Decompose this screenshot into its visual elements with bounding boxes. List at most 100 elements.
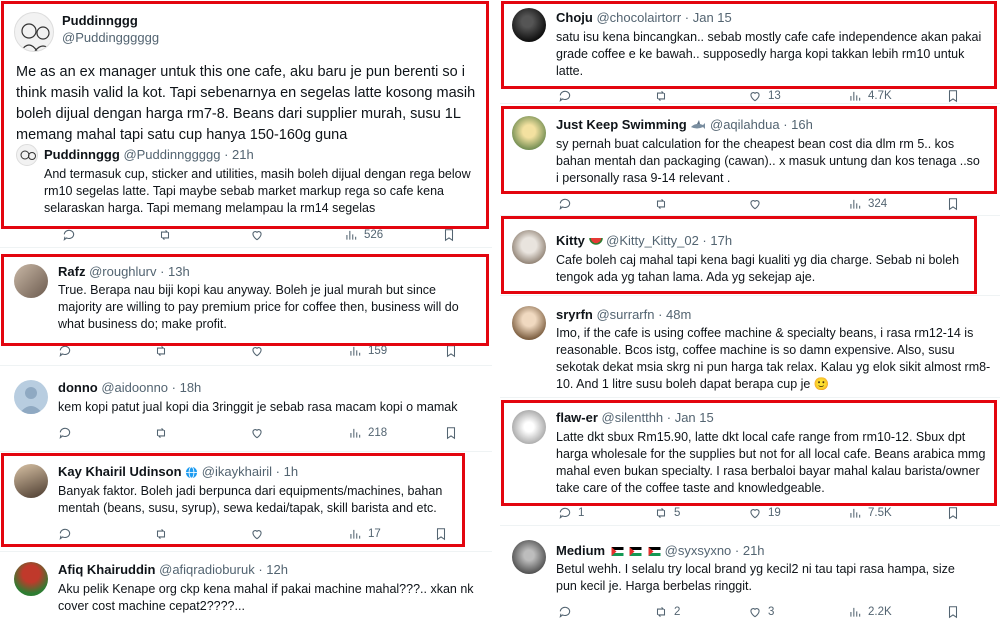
tweet-rafz[interactable]: Rafz @roughlurv · 13h True. Berapa nau b… bbox=[0, 248, 492, 366]
avatar[interactable] bbox=[512, 230, 546, 264]
views-button[interactable]: 17 bbox=[348, 527, 381, 541]
bookmark-icon bbox=[436, 528, 446, 541]
views-count: 7.5K bbox=[868, 507, 892, 519]
retweet-button[interactable] bbox=[654, 89, 668, 103]
reply-button[interactable] bbox=[558, 605, 572, 619]
bookmark-icon bbox=[446, 427, 456, 440]
like-button[interactable] bbox=[250, 527, 264, 541]
author-name[interactable]: donno bbox=[58, 380, 98, 395]
avatar[interactable] bbox=[14, 264, 48, 298]
reply-button[interactable] bbox=[62, 228, 76, 242]
views-count: 218 bbox=[368, 427, 388, 439]
views-button[interactable]: 2.2K bbox=[848, 605, 892, 619]
reply-button[interactable]: 1 bbox=[558, 506, 584, 520]
tweet-puddinnggg[interactable]: Puddinnggg @Puddingggggg Me as an ex man… bbox=[0, 0, 492, 248]
author-name[interactable]: Afiq Khairuddin bbox=[58, 562, 156, 577]
author-handle[interactable]: @surrarfn · 48m bbox=[596, 307, 691, 322]
replies-count: 1 bbox=[578, 507, 585, 519]
tweet-just-keep-swimming[interactable]: Just Keep Swimming @aqilahdua · 16h sy p… bbox=[500, 104, 1000, 216]
author-handle[interactable]: @aidoonno · 18h bbox=[101, 380, 201, 395]
author-handle[interactable]: @afiqradioburuk · 12h bbox=[159, 562, 288, 577]
avatar[interactable] bbox=[14, 464, 48, 498]
like-button[interactable] bbox=[250, 426, 264, 440]
views-button[interactable]: 324 bbox=[848, 197, 887, 211]
reply-button[interactable] bbox=[58, 527, 72, 541]
author-handle[interactable]: @syxsyxno · 21h bbox=[665, 543, 765, 558]
shark-icon bbox=[691, 120, 706, 130]
avatar[interactable] bbox=[512, 116, 546, 150]
like-button[interactable]: 13 bbox=[748, 89, 781, 103]
retweet-button[interactable]: 5 bbox=[654, 506, 680, 520]
reply-icon bbox=[63, 229, 75, 241]
tweet-kitty[interactable]: Kitty @Kitty_Kitty_02 · 17h Cafe boleh c… bbox=[500, 216, 1000, 296]
tweet-medium[interactable]: Medium @syxsyxno · 21h Betul wehh. I sel… bbox=[500, 526, 1000, 623]
author-handle[interactable]: @ikaykhairil · 1h bbox=[202, 464, 298, 479]
retweet-button[interactable] bbox=[154, 344, 168, 358]
tweet-donno[interactable]: donno @aidoonno · 18h kem kopi patut jua… bbox=[0, 366, 492, 452]
tweet-text: Imo, if the cafe is using coffee machine… bbox=[556, 326, 991, 391]
bookmark-button[interactable] bbox=[434, 527, 448, 541]
retweet-icon bbox=[656, 606, 666, 618]
tweet-text: Me as an ex manager untuk this one cafe,… bbox=[16, 64, 476, 143]
author-handle[interactable]: @silentthh · Jan 15 bbox=[602, 410, 714, 425]
views-button[interactable]: 218 bbox=[348, 426, 387, 440]
avatar[interactable] bbox=[512, 306, 546, 340]
views-button[interactable]: 159 bbox=[348, 344, 387, 358]
bookmark-button[interactable] bbox=[444, 426, 458, 440]
retweet-button[interactable] bbox=[154, 426, 168, 440]
avatar[interactable] bbox=[512, 8, 546, 42]
bookmark-button[interactable] bbox=[946, 605, 960, 619]
author-name[interactable]: Choju bbox=[556, 10, 593, 25]
tweet-afiq-khairuddin[interactable]: Afiq Khairuddin @afiqradioburuk · 12h Ak… bbox=[0, 552, 492, 623]
author-handle[interactable]: @roughlurv · 13h bbox=[89, 264, 190, 279]
like-button[interactable]: 19 bbox=[748, 506, 781, 520]
bookmark-button[interactable] bbox=[946, 197, 960, 211]
tweet-sryrfn[interactable]: sryrfn @surrarfn · 48m Imo, if the cafe … bbox=[500, 296, 1000, 398]
reply-button[interactable] bbox=[558, 89, 572, 103]
retweet-button[interactable] bbox=[154, 527, 168, 541]
like-button[interactable]: 3 bbox=[748, 605, 774, 619]
retweet-button[interactable]: 2 bbox=[654, 605, 680, 619]
retweet-button[interactable] bbox=[158, 228, 172, 242]
avatar[interactable] bbox=[14, 380, 48, 414]
views-button[interactable]: 4.7K bbox=[848, 89, 892, 103]
author-handle[interactable]: @chocolairtorr · Jan 15 bbox=[596, 10, 731, 25]
author-name[interactable]: Just Keep Swimming bbox=[556, 117, 687, 132]
quoted-tweet[interactable]: Puddinnggg @Puddinnggggg · 21h And terma… bbox=[16, 144, 478, 215]
views-button[interactable]: 526 bbox=[344, 228, 383, 242]
tweet-flaw-er[interactable]: flaw-er @silentthh · Jan 15 Latte dkt sb… bbox=[500, 398, 1000, 526]
avatar[interactable] bbox=[14, 12, 54, 52]
avatar[interactable] bbox=[512, 540, 546, 574]
retweet-button[interactable] bbox=[654, 197, 668, 211]
author-name[interactable]: Medium bbox=[556, 543, 605, 558]
bookmark-button[interactable] bbox=[946, 89, 960, 103]
reply-button[interactable] bbox=[58, 426, 72, 440]
reply-button[interactable] bbox=[558, 197, 572, 211]
tweet-kay-khairil[interactable]: Kay Khairil Udinson @ikaykhairil · 1h Ba… bbox=[0, 452, 492, 552]
heart-icon bbox=[252, 429, 262, 439]
retweets-count: 2 bbox=[674, 606, 681, 618]
like-button[interactable] bbox=[250, 344, 264, 358]
author-handle[interactable]: @Puddingggggg bbox=[62, 30, 159, 45]
avatar[interactable] bbox=[14, 562, 48, 596]
avatar[interactable] bbox=[512, 410, 546, 444]
author-name[interactable]: Rafz bbox=[58, 264, 85, 279]
author-name[interactable]: Kitty bbox=[556, 233, 585, 248]
author-handle[interactable]: @aqilahdua · 16h bbox=[710, 117, 813, 132]
like-button[interactable] bbox=[748, 197, 762, 211]
author-name[interactable]: Kay Khairil Udinson bbox=[58, 464, 182, 479]
bookmark-button[interactable] bbox=[444, 344, 458, 358]
bookmark-icon bbox=[948, 90, 958, 103]
tweet-choju[interactable]: Choju @chocolairtorr · Jan 15 satu isu k… bbox=[500, 0, 1000, 104]
author-name[interactable]: Puddinnggg bbox=[62, 13, 138, 28]
bookmark-button[interactable] bbox=[946, 506, 960, 520]
reply-button[interactable] bbox=[58, 344, 72, 358]
author-name[interactable]: sryrfn bbox=[556, 307, 593, 322]
author-handle[interactable]: @Kitty_Kitty_02 · 17h bbox=[606, 233, 732, 248]
author-name[interactable]: flaw-er bbox=[556, 410, 598, 425]
views-button[interactable]: 7.5K bbox=[848, 506, 892, 520]
bookmark-button[interactable] bbox=[442, 228, 456, 242]
like-button[interactable] bbox=[250, 228, 264, 242]
action-bar: 218 bbox=[58, 426, 478, 440]
palestine-flag-icon bbox=[629, 547, 642, 557]
